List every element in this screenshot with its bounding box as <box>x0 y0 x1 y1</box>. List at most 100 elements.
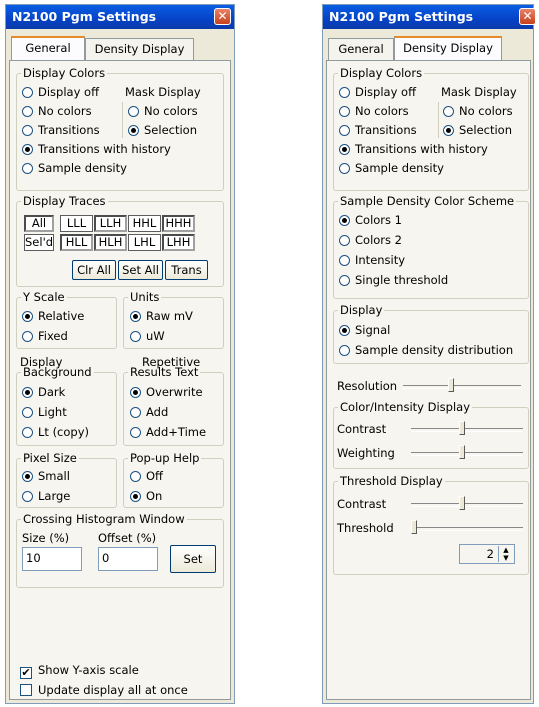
radio-fixed[interactable]: Fixed <box>22 329 68 344</box>
radio-display-off[interactable]: Display off <box>22 85 99 100</box>
threshold-contrast-label: Contrast <box>337 497 387 511</box>
radio-icon <box>339 163 350 174</box>
radio-mask-selection[interactable]: Selection <box>443 123 512 138</box>
radio-lt-copy[interactable]: Lt (copy) <box>22 425 89 440</box>
radio-icon <box>22 106 33 117</box>
trace-lhl[interactable]: LHL <box>128 234 161 251</box>
slider-thumb[interactable] <box>459 496 465 510</box>
tab-density-display[interactable]: Density Display <box>85 38 194 60</box>
radio-no-colors[interactable]: No colors <box>339 104 409 119</box>
slider-thumb[interactable] <box>411 520 417 534</box>
show-y-axis-checkbox[interactable]: ✔ Show Y-axis scale <box>20 663 139 679</box>
tab-general[interactable]: General <box>328 38 394 60</box>
radio-icon <box>22 163 33 174</box>
trace-seld-button[interactable]: Sel'd <box>24 234 54 251</box>
tab-density-display[interactable]: Density Display <box>394 36 502 60</box>
trace-lll[interactable]: LLL <box>60 215 93 232</box>
slider-thumb[interactable] <box>459 421 465 435</box>
radio-no-colors[interactable]: No colors <box>22 104 92 119</box>
display-legend: Display <box>340 303 383 317</box>
radio-selected-icon <box>22 144 33 155</box>
settings-window-general: N2100 Pgm Settings ✕ General Density Dis… <box>5 4 235 704</box>
threshold-spinner[interactable]: 2 ▲ ▼ <box>459 544 515 564</box>
radio-colors-2[interactable]: Colors 2 <box>339 233 402 248</box>
radio-mask-no-colors[interactable]: No colors <box>443 104 513 119</box>
set-button[interactable]: Set <box>170 545 216 573</box>
slider-thumb[interactable] <box>448 378 454 392</box>
trace-all-button[interactable]: All <box>24 215 54 232</box>
tab-panel-general: Display Colors Display off No colors Tra… <box>9 60 231 700</box>
display-colors-legend: Display Colors <box>23 66 106 80</box>
update-all-checkbox[interactable]: Update display all at once <box>20 683 188 698</box>
radio-signal[interactable]: Signal <box>339 323 390 338</box>
radio-intensity[interactable]: Intensity <box>339 253 405 268</box>
y-scale-legend: Y Scale <box>23 290 65 304</box>
threshold-display-legend: Threshold Display <box>340 474 443 488</box>
radio-dark[interactable]: Dark <box>22 385 65 400</box>
radio-add-time[interactable]: Add+Time <box>130 425 206 440</box>
radio-help-off[interactable]: Off <box>130 469 163 484</box>
radio-icon <box>339 235 350 246</box>
radio-transitions-with-history[interactable]: Transitions with history <box>339 142 488 157</box>
trace-lhh[interactable]: LHH <box>162 234 195 251</box>
settings-window-density: N2100 Pgm Settings ✕ General Density Dis… <box>322 4 536 704</box>
trace-hlh[interactable]: HLH <box>94 234 127 251</box>
radio-sample-density[interactable]: Sample density <box>339 161 444 176</box>
display-traces-legend: Display Traces <box>23 194 106 208</box>
trace-hhl[interactable]: HHL <box>128 215 161 232</box>
radio-transitions[interactable]: Transitions <box>22 123 100 138</box>
close-icon[interactable]: ✕ <box>214 8 231 25</box>
slider-track <box>411 428 523 432</box>
radio-icon <box>339 345 350 356</box>
tab-general[interactable]: General <box>11 36 85 60</box>
display-colors-legend: Display Colors <box>340 66 423 80</box>
resolution-label: Resolution <box>337 379 398 393</box>
threshold-contrast-slider[interactable] <box>411 496 523 512</box>
contrast-slider[interactable] <box>411 421 523 437</box>
trace-llh[interactable]: LLH <box>94 215 127 232</box>
radio-display-off[interactable]: Display off <box>339 85 416 100</box>
radio-small[interactable]: Small <box>22 469 70 484</box>
radio-selected-icon <box>339 325 350 336</box>
radio-icon <box>22 331 33 342</box>
radio-uw[interactable]: uW <box>130 329 165 344</box>
weighting-slider[interactable] <box>411 445 523 461</box>
spinner-arrows-icon[interactable]: ▲ ▼ <box>498 546 513 562</box>
mask-display-label: Mask Display <box>125 85 201 99</box>
radio-sample-density[interactable]: Sample density <box>22 161 127 176</box>
units-legend: Units <box>130 290 160 304</box>
radio-overwrite[interactable]: Overwrite <box>130 385 203 400</box>
radio-selected-icon <box>130 311 141 322</box>
radio-mask-selection[interactable]: Selection <box>128 123 197 138</box>
radio-light[interactable]: Light <box>22 405 67 420</box>
radio-icon <box>339 275 350 286</box>
radio-large[interactable]: Large <box>22 489 70 504</box>
size-input[interactable]: 10 <box>22 547 82 571</box>
set-all-button[interactable]: Set All <box>118 260 163 280</box>
slider-thumb[interactable] <box>459 445 465 459</box>
trace-hll[interactable]: HLL <box>60 234 93 251</box>
radio-colors-1[interactable]: Colors 1 <box>339 213 402 228</box>
trans-button[interactable]: Trans <box>165 260 208 280</box>
radio-raw-mv[interactable]: Raw mV <box>130 309 193 324</box>
weighting-label: Weighting <box>337 446 395 460</box>
radio-single-threshold[interactable]: Single threshold <box>339 273 448 288</box>
threshold-slider[interactable] <box>411 520 523 536</box>
radio-transitions[interactable]: Transitions <box>339 123 417 138</box>
offset-input[interactable]: 0 <box>98 547 158 571</box>
clr-all-button[interactable]: Clr All <box>72 260 116 280</box>
slider-track <box>411 527 523 531</box>
radio-icon <box>443 106 454 117</box>
close-icon[interactable]: ✕ <box>519 8 536 25</box>
resolution-slider[interactable] <box>403 378 521 394</box>
radio-relative[interactable]: Relative <box>22 309 84 324</box>
radio-help-on[interactable]: On <box>130 489 162 504</box>
radio-mask-no-colors[interactable]: No colors <box>128 104 198 119</box>
radio-transitions-with-history[interactable]: Transitions with history <box>22 142 171 157</box>
radio-icon <box>22 125 33 136</box>
radio-density-distribution[interactable]: Sample density distribution <box>339 343 513 358</box>
slider-track <box>411 503 523 507</box>
radio-add[interactable]: Add <box>130 405 168 420</box>
threshold-label: Threshold <box>337 521 394 535</box>
trace-hhh[interactable]: HHH <box>162 215 195 232</box>
